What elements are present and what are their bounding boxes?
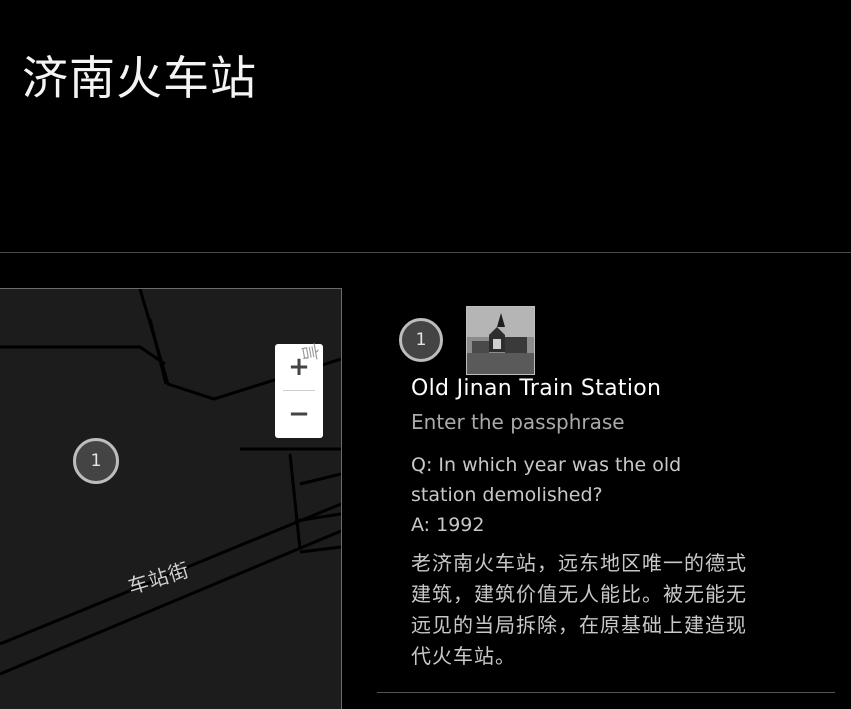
panel-divider — [377, 692, 835, 693]
map-marker[interactable]: 1 — [73, 438, 119, 484]
map-view[interactable]: + − 1 车站街 言 — [0, 288, 342, 709]
zoom-out-button[interactable]: − — [275, 391, 323, 437]
poi-description: 老济南火车站，远东地区唯一的德式建筑，建筑价值无人能比。被无能无远见的当局拆除，… — [411, 551, 747, 668]
qa-block: Q: In which year was the old station dem… — [411, 450, 731, 540]
station-photo-icon[interactable] — [466, 306, 535, 375]
page-title: 济南火车站 — [22, 51, 257, 105]
poi-marker[interactable]: 1 — [399, 318, 443, 362]
poi-title: Old Jinan Train Station — [411, 376, 662, 401]
question-text: Q: In which year was the old station dem… — [411, 454, 682, 506]
passphrase-prompt[interactable]: Enter the passphrase — [411, 410, 625, 434]
answer-text: A: 1992 — [411, 514, 485, 536]
station-photo-drawing — [467, 307, 534, 374]
header-divider — [0, 252, 851, 253]
